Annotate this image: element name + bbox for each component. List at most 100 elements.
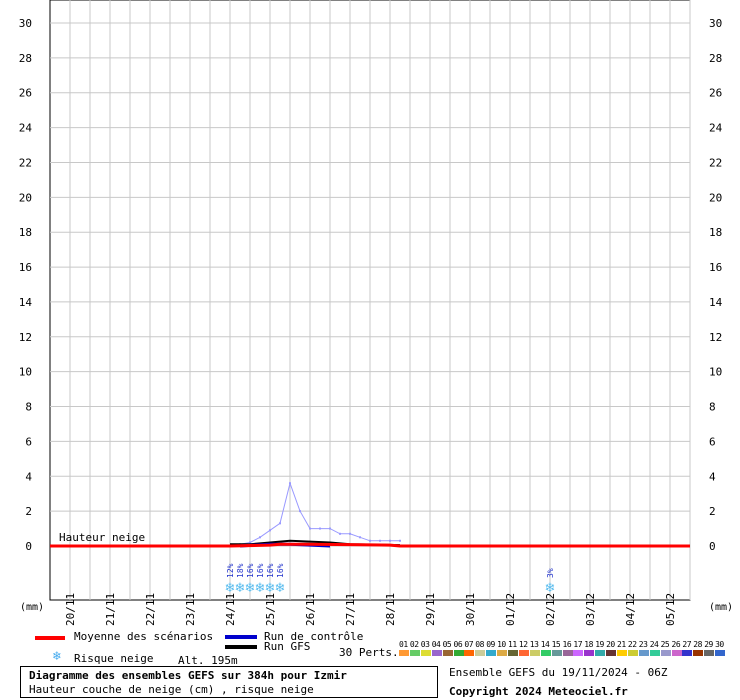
perturbation-swatch: [409, 650, 420, 656]
series-point: [249, 541, 251, 544]
y-tick-label-left: 30: [19, 17, 32, 30]
legend-mean-label: Moyenne des scénarios: [74, 630, 214, 643]
y-tick-label-left: 2: [25, 505, 32, 518]
perturbation-number: 25: [660, 640, 670, 649]
series-point: [329, 527, 331, 530]
x-tick-label: 30/11: [464, 593, 477, 626]
y-tick-label-right: 20: [709, 191, 722, 204]
y-tick-label-left: 10: [19, 366, 32, 379]
perturbation-swatch: [431, 650, 442, 656]
snow-risk-icon: ❄: [545, 581, 556, 596]
perturbation-number: 03: [420, 640, 430, 649]
perturbation-swatch: [638, 650, 649, 656]
x-tick-label: 01/12: [504, 593, 517, 626]
perturbation-number: 07: [464, 640, 474, 649]
x-tick-label: 05/12: [664, 593, 677, 626]
perturbation-number: 30: [715, 640, 724, 649]
perturbation-swatch: [595, 650, 606, 656]
series-point: [279, 522, 281, 525]
perturbation-swatch: [649, 650, 660, 656]
y-axis-unit-left: (mm): [20, 602, 44, 613]
series-line-0: [50, 542, 690, 548]
perturbation-number: 23: [638, 640, 648, 649]
y-tick-label-left: 6: [25, 435, 32, 448]
y-tick-label-right: 6: [709, 435, 716, 448]
y-tick-label-left: 18: [19, 226, 32, 239]
y-tick-label-right: 10: [709, 366, 722, 379]
y-tick-label-right: 28: [709, 52, 722, 65]
x-tick-label: 23/11: [184, 593, 197, 626]
chart-title: Diagramme des ensembles GEFS sur 384h po…: [29, 669, 347, 682]
perturbation-number: 16: [562, 640, 572, 649]
y-tick-label-right: 16: [709, 261, 722, 274]
chart-subtitle: Hauteur couche de neige (cm) , risque ne…: [29, 683, 314, 696]
perturbation-number: 11: [508, 640, 517, 649]
perturbation-number: 27: [682, 640, 692, 649]
perturbation-swatch: [573, 650, 584, 656]
perturbation-number: 08: [475, 640, 484, 649]
snowflake-icon: ❄: [53, 649, 61, 664]
perturbation-swatch: [617, 650, 627, 656]
snow-risk-pct: 18%: [236, 563, 245, 578]
x-tick-label: 04/12: [624, 593, 637, 626]
series-point: [299, 510, 301, 513]
perturbation-swatch: [704, 650, 715, 656]
perturbation-number: 14: [540, 640, 550, 649]
perturbation-swatch: [627, 650, 638, 656]
perturbation-swatch: [693, 650, 704, 656]
snow-risk-pct: 16%: [246, 563, 255, 578]
y-tick-label-right: 24: [709, 122, 723, 135]
perturbation-number: 18: [584, 640, 593, 649]
y-tick-label-left: 14: [19, 296, 33, 309]
perturbation-number: 20: [606, 640, 615, 649]
series-point: [339, 532, 341, 535]
series-point: [319, 527, 321, 530]
x-tick-label: 22/11: [144, 593, 157, 626]
perturbation-number: 13: [529, 640, 539, 649]
perturbation-swatch: [453, 650, 464, 656]
y-tick-label-left: 12: [19, 331, 32, 344]
perturbation-swatch: [671, 650, 682, 656]
series-point: [359, 536, 361, 539]
perturbation-swatch: [508, 650, 518, 656]
perturbation-swatch: [551, 650, 562, 656]
perturbation-swatch: [715, 650, 726, 656]
perturbation-swatch: [420, 650, 431, 656]
snow-risk-pct: 16%: [266, 563, 275, 578]
perturbation-swatch: [486, 650, 497, 656]
perturbation-number: 04: [431, 640, 441, 649]
perturbation-number: 17: [573, 640, 583, 649]
y-tick-label-left: 16: [19, 261, 32, 274]
y-tick-label-left: 0: [25, 540, 32, 553]
y-tick-label-right: 4: [709, 470, 716, 483]
y-tick-label-left: 26: [19, 87, 32, 100]
perturbation-number: 26: [671, 640, 681, 649]
perturbation-swatch: [464, 650, 475, 656]
y-tick-label-left: 24: [19, 122, 33, 135]
title-box: Diagramme des ensembles GEFS sur 384h po…: [20, 666, 438, 698]
perturbation-number: 28: [693, 640, 702, 649]
legend-gfs-label: Run GFS: [264, 640, 311, 653]
legend-perts-label: 30 Perts.: [339, 646, 399, 659]
snow-depth-chart: 0 02 24 46 68 810 1012 1214 1416 1618 1820 2022 2224…: [19, 0, 733, 626]
series-point: [349, 532, 351, 535]
snow-risk-pct: 16%: [256, 563, 265, 578]
legend-control-swatch: [225, 635, 257, 639]
x-tick-label: 26/11: [304, 593, 317, 626]
series-point: [399, 539, 401, 542]
perturbation-swatch: [606, 650, 617, 656]
series-point: [389, 539, 391, 542]
y-tick-label-right: 18: [709, 226, 722, 239]
x-tick-label: 27/11: [344, 593, 357, 626]
copyright: Copyright 2024 Meteociel.fr: [449, 685, 628, 698]
legend-snow-risk-label: Risque neige: [74, 652, 154, 665]
y-tick-label-right: 30: [709, 17, 722, 30]
y-tick-label-right: 14: [709, 296, 723, 309]
perturbation-number: 19: [595, 640, 604, 649]
series-point: [309, 527, 311, 530]
perturbation-swatch: [540, 650, 551, 656]
snow-risk-icon: ❄: [275, 581, 286, 596]
x-tick-label: 29/11: [424, 593, 437, 626]
snow-risk-pct: 3%: [546, 568, 555, 578]
y-tick-label-right: 12: [709, 331, 722, 344]
